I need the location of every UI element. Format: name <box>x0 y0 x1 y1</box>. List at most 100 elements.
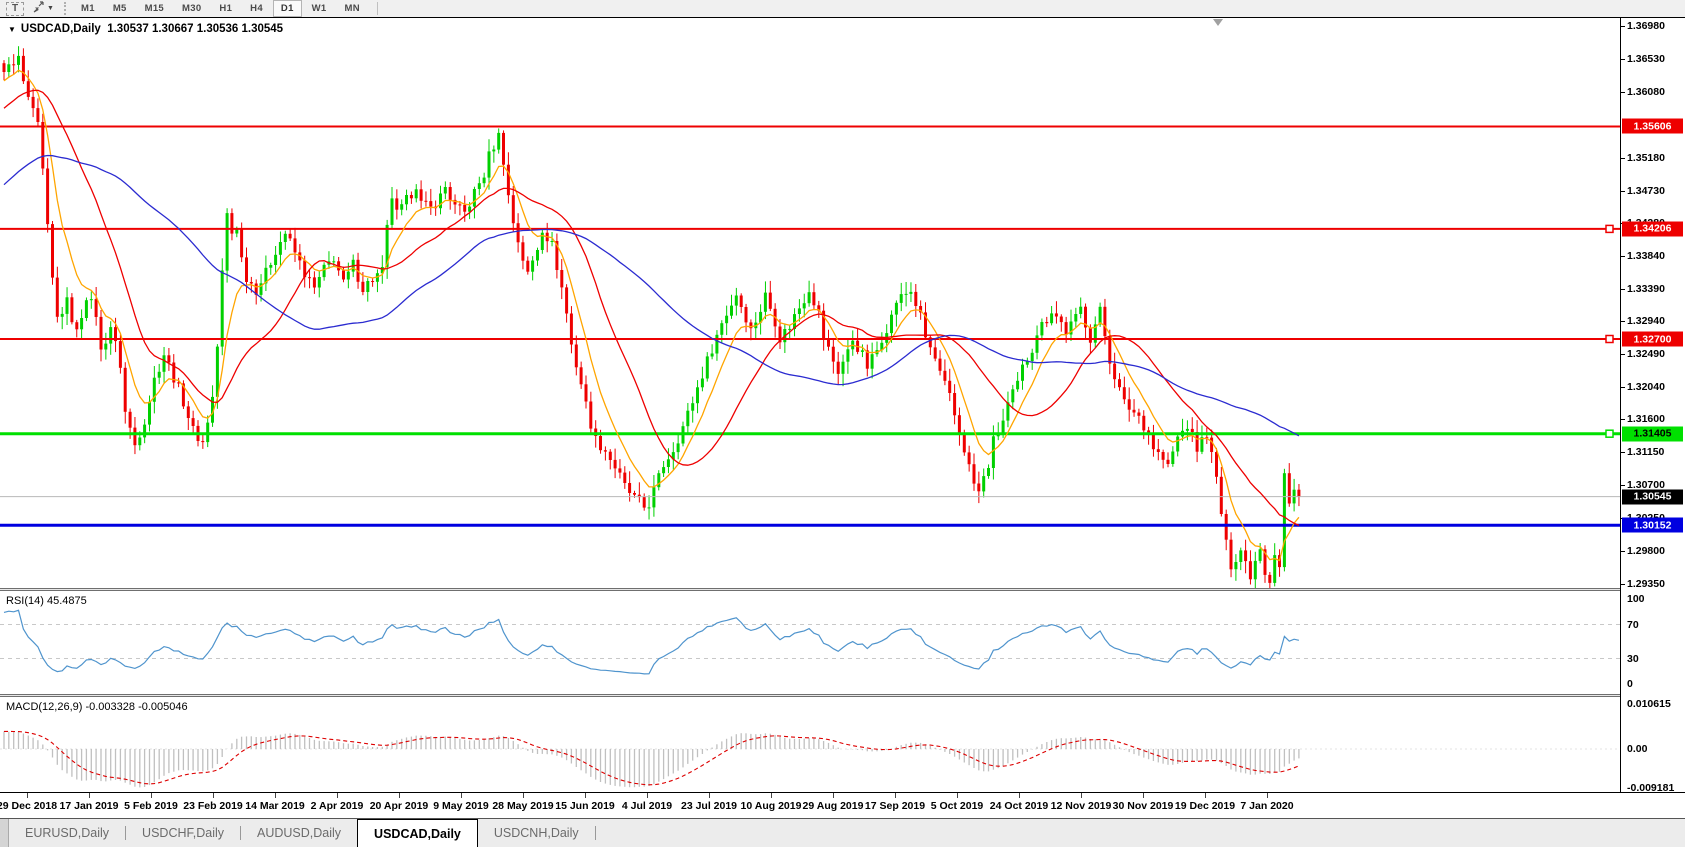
price-chart-panel[interactable]: ▼USDCAD,Daily 1.30537 1.30667 1.30536 1.… <box>0 18 1685 588</box>
timeframe-button-m30[interactable]: M30 <box>174 0 209 17</box>
trading-app-window: T ▼ M1M5M15M30H1H4D1W1MN ▼USDCAD,Daily 1… <box>0 0 1685 847</box>
date-tick-mark <box>523 793 524 798</box>
price-axis[interactable]: 1.369801.365301.360801.351801.347301.342… <box>1620 18 1685 792</box>
macd-axis-label: 0.00 <box>1627 743 1647 755</box>
date-label: 17 Jan 2019 <box>60 800 119 812</box>
text-tool-button[interactable]: T <box>6 2 24 16</box>
tab-usdcad[interactable]: USDCAD,Daily <box>357 819 478 847</box>
timeframe-button-group: M1M5M15M30H1H4D1W1MN <box>72 0 369 17</box>
price-tick-label: 1.36080 <box>1627 86 1665 98</box>
hline-price-label: 1.34206 <box>1622 221 1683 236</box>
date-label: 12 Nov 2019 <box>1051 800 1112 812</box>
macd-label: MACD(12,26,9) -0.003328 -0.005046 <box>6 701 188 713</box>
timeframe-button-mn[interactable]: MN <box>337 0 368 17</box>
tab-usdchf[interactable]: USDCHF,Daily <box>126 819 240 847</box>
date-tick-mark <box>1205 793 1206 798</box>
price-tick-label: 1.33840 <box>1627 250 1665 262</box>
date-label: 15 Jun 2019 <box>555 800 615 812</box>
price-tick-label: 1.29350 <box>1627 578 1665 590</box>
date-tick-mark <box>89 793 90 798</box>
symbol-dropdown-icon[interactable]: ▼ <box>8 25 16 34</box>
price-tick-label: 1.32490 <box>1627 348 1665 360</box>
date-label: 7 Jan 2020 <box>1240 800 1293 812</box>
price-tick-label: 1.33390 <box>1627 283 1665 295</box>
price-tick-label: 1.36530 <box>1627 53 1665 65</box>
date-tick-mark <box>337 793 338 798</box>
date-label: 4 Jul 2019 <box>622 800 672 812</box>
chart-title: ▼USDCAD,Daily 1.30537 1.30667 1.30536 1.… <box>8 23 283 35</box>
date-tick-mark <box>957 793 958 798</box>
cursor-arrows-button[interactable]: ▼ <box>30 2 56 16</box>
date-tick-mark <box>1081 793 1082 798</box>
chart-ohlc-values: 1.30537 1.30667 1.30536 1.30545 <box>107 23 283 35</box>
current-price-label: 1.30545 <box>1622 489 1683 504</box>
timeframe-button-w1[interactable]: W1 <box>304 0 335 17</box>
axis-tick-mark <box>1621 584 1625 585</box>
tab-usdcnh[interactable]: USDCNH,Daily <box>478 819 595 847</box>
macd-indicator-panel[interactable]: MACD(12,26,9) -0.003328 -0.005046 <box>0 697 1685 792</box>
price-tick-label: 1.32940 <box>1627 315 1665 327</box>
date-label: 23 Jul 2019 <box>681 800 737 812</box>
tab-audusd[interactable]: AUDUSD,Daily <box>241 819 357 847</box>
macd-axis-label: -0.009181 <box>1627 782 1674 794</box>
date-tick-mark <box>585 793 586 798</box>
date-label: 2 Apr 2019 <box>311 800 364 812</box>
rsi-axis-label: 30 <box>1627 653 1639 665</box>
date-label: 9 May 2019 <box>433 800 488 812</box>
rsi-axis-label: 0 <box>1627 678 1633 690</box>
timeframe-button-m1[interactable]: M1 <box>73 0 103 17</box>
hline-price-label: 1.32700 <box>1622 332 1683 347</box>
date-label: 29 Dec 2018 <box>0 800 57 812</box>
price-tick-label: 1.29800 <box>1627 545 1665 557</box>
date-tick-mark <box>709 793 710 798</box>
macd-plot[interactable] <box>0 697 1620 792</box>
date-tick-mark <box>895 793 896 798</box>
axis-tick-mark <box>1621 191 1625 192</box>
date-label: 17 Sep 2019 <box>865 800 925 812</box>
axis-tick-mark <box>1621 158 1625 159</box>
chart-tab-bar: EURUSD,DailyUSDCHF,DailyAUDUSD,DailyUSDC… <box>0 819 1685 847</box>
timeframe-button-m15[interactable]: M15 <box>137 0 172 17</box>
rsi-axis-label: 70 <box>1627 619 1639 631</box>
date-tick-mark <box>1019 793 1020 798</box>
price-tick-label: 1.31150 <box>1627 446 1664 458</box>
axis-tick-mark <box>1621 485 1625 486</box>
hline-handle[interactable] <box>1606 430 1613 437</box>
hline-handle[interactable] <box>1606 336 1613 343</box>
axis-tick-mark <box>1621 452 1625 453</box>
date-tick-mark <box>771 793 772 798</box>
timeframe-button-h4[interactable]: H4 <box>242 0 271 17</box>
timeframe-button-h1[interactable]: H1 <box>211 0 240 17</box>
date-axis[interactable]: 29 Dec 201817 Jan 20195 Feb 201923 Feb 2… <box>0 792 1685 819</box>
tab-eurusd[interactable]: EURUSD,Daily <box>9 819 125 847</box>
date-tick-mark <box>1267 793 1268 798</box>
candlestick-chart[interactable] <box>0 18 1620 588</box>
price-tick-label: 1.35180 <box>1627 152 1665 164</box>
date-label: 28 May 2019 <box>492 800 553 812</box>
axis-tick-mark <box>1621 92 1625 93</box>
rsi-label: RSI(14) 45.4875 <box>6 595 87 607</box>
hline-handle[interactable] <box>1606 225 1613 232</box>
price-tick-label: 1.36980 <box>1627 20 1665 32</box>
date-tick-mark <box>833 793 834 798</box>
date-tick-mark <box>151 793 152 798</box>
price-tick-label: 1.31600 <box>1627 413 1665 425</box>
date-tick-mark <box>275 793 276 798</box>
axis-tick-mark <box>1621 59 1625 60</box>
axis-tick-mark <box>1621 419 1625 420</box>
rsi-indicator-panel[interactable]: RSI(14) 45.4875 <box>0 591 1685 694</box>
hline-price-label: 1.31405 <box>1622 426 1683 441</box>
timeframe-button-m5[interactable]: M5 <box>105 0 135 17</box>
hline-price-label: 1.35606 <box>1622 119 1683 134</box>
diagonal-arrows-icon <box>32 1 45 16</box>
axis-tick-mark <box>1621 551 1625 552</box>
toolbar-grip <box>64 2 66 15</box>
timeframe-button-d1[interactable]: D1 <box>273 0 302 17</box>
date-label: 5 Oct 2019 <box>931 800 984 812</box>
rsi-plot[interactable] <box>0 591 1620 694</box>
date-label: 5 Feb 2019 <box>124 800 178 812</box>
tab-scroll-block[interactable] <box>0 819 9 847</box>
axis-tick-mark <box>1621 321 1625 322</box>
date-label: 29 Aug 2019 <box>803 800 864 812</box>
axis-tick-mark <box>1621 387 1625 388</box>
